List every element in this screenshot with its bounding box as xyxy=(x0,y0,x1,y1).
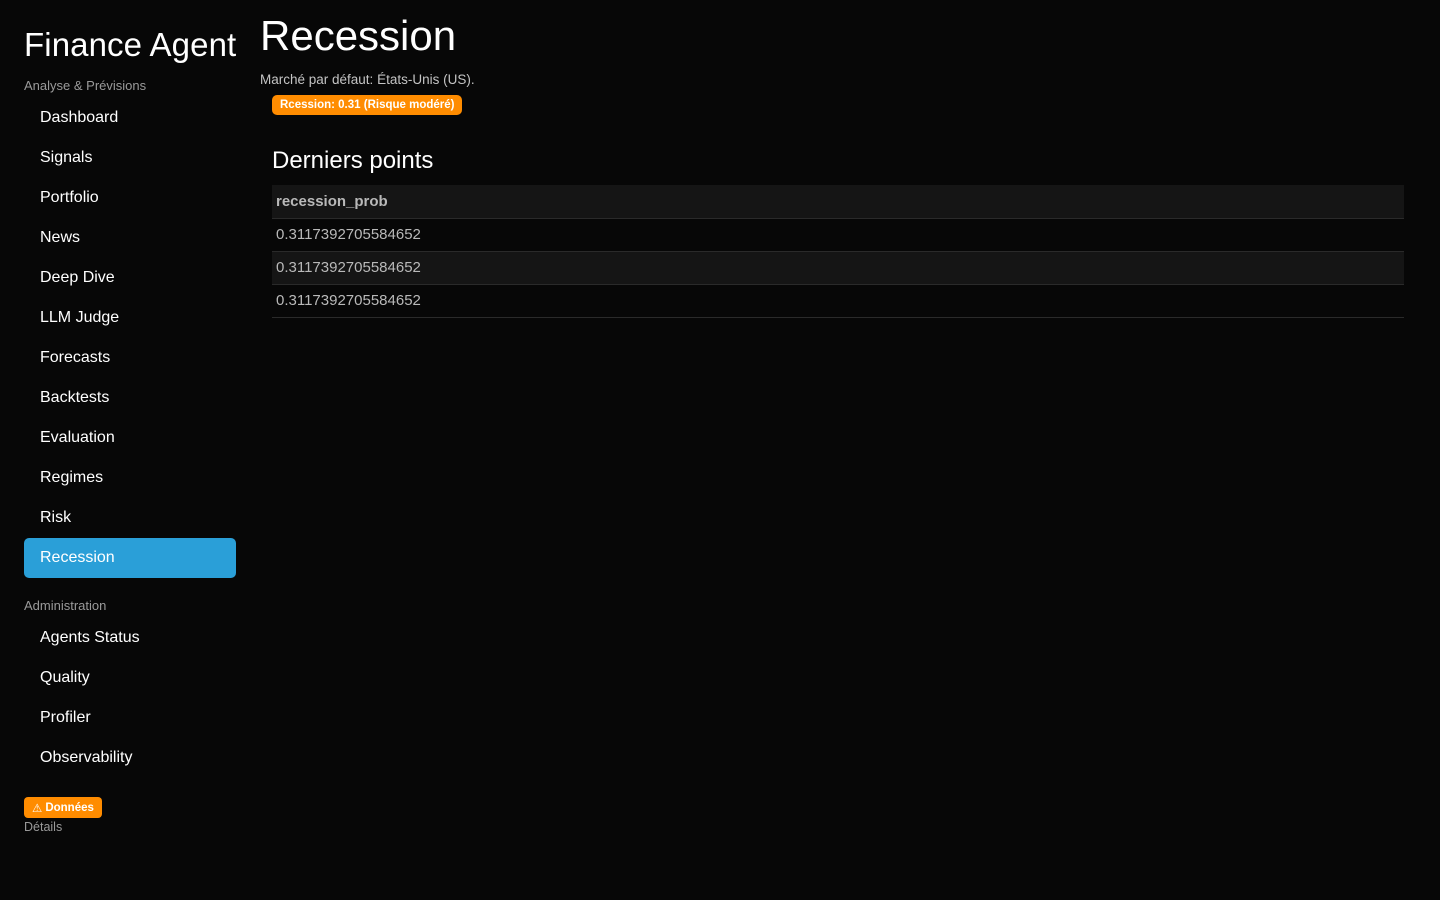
main-content: Recession Marché par défaut: États-Unis … xyxy=(260,0,1440,900)
page-title: Recession xyxy=(260,12,457,59)
sidebar-item-dashboard[interactable]: Dashboard xyxy=(24,98,236,138)
sidebar-item-signals[interactable]: Signals xyxy=(24,138,236,178)
recession-status-badge: Rcession: 0.31 (Risque modéré) xyxy=(272,95,463,115)
table-cell: 0.3117392705584652 xyxy=(272,251,1404,285)
sidebar-item-risk[interactable]: Risk xyxy=(24,498,236,538)
sidebar: Finance Agent Analyse & Prévisions Dashb… xyxy=(0,0,260,900)
app-title: Finance Agent xyxy=(24,26,237,63)
table-header-row: recession_prob xyxy=(272,185,1404,219)
table-cell: 0.3117392705584652 xyxy=(272,284,1404,318)
sidebar-item-backtests[interactable]: Backtests xyxy=(24,378,236,418)
section-title: Derniers points xyxy=(272,147,434,174)
sidebar-item-profiler[interactable]: Profiler xyxy=(24,698,236,738)
sidebar-item-forecasts[interactable]: Forecasts xyxy=(24,338,236,378)
data-status-label: Données xyxy=(45,801,94,814)
sidebar-item-agents-status[interactable]: Agents Status xyxy=(24,618,236,658)
nav-section-label-analysis: Analyse & Prévisions xyxy=(24,78,147,93)
table-row: 0.3117392705584652 xyxy=(272,284,1404,318)
table-row: 0.3117392705584652 xyxy=(272,218,1404,252)
data-status-badge[interactable]: ⚠ Données xyxy=(24,797,102,818)
sidebar-item-quality[interactable]: Quality xyxy=(24,658,236,698)
sidebar-item-portfolio[interactable]: Portfolio xyxy=(24,178,236,218)
nav-list-administration: Agents Status Quality Profiler Observabi… xyxy=(24,618,236,778)
sidebar-item-news[interactable]: News xyxy=(24,218,236,258)
nav-section-label-administration: Administration xyxy=(24,598,107,613)
market-caption: Marché par défaut: États-Unis (US). xyxy=(260,72,475,87)
sidebar-item-observability[interactable]: Observability xyxy=(24,738,236,778)
sidebar-item-deep-dive[interactable]: Deep Dive xyxy=(24,258,236,298)
table-row: 0.3117392705584652 xyxy=(272,251,1404,285)
nav-list-analysis: Dashboard Signals Portfolio News Deep Di… xyxy=(24,98,236,578)
sidebar-item-evaluation[interactable]: Evaluation xyxy=(24,418,236,458)
table-cell: 0.3117392705584652 xyxy=(272,218,1404,252)
details-link[interactable]: Détails xyxy=(24,820,62,834)
data-table: recession_prob 0.3117392705584652 0.3117… xyxy=(272,185,1404,318)
column-header-recession-prob[interactable]: recession_prob xyxy=(272,185,1404,219)
sidebar-item-recession[interactable]: Recession xyxy=(24,538,236,578)
warning-icon: ⚠ xyxy=(32,802,43,815)
sidebar-item-llm-judge[interactable]: LLM Judge xyxy=(24,298,236,338)
sidebar-item-regimes[interactable]: Regimes xyxy=(24,458,236,498)
